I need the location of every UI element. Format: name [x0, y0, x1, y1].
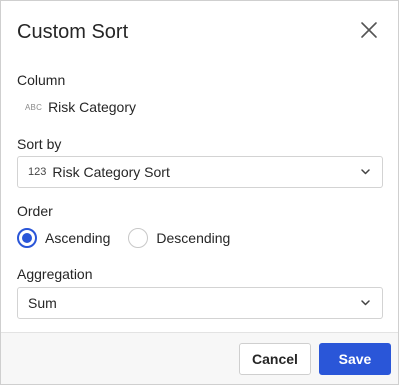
custom-sort-dialog: Custom Sort Column ABC Risk Category Sor… — [0, 0, 399, 385]
chevron-down-icon — [361, 169, 370, 175]
radio-label-ascending: Ascending — [45, 230, 111, 246]
dialog-header: Custom Sort — [1, 1, 398, 63]
aggregation-select[interactable]: Sum — [17, 287, 383, 319]
radio-label-descending: Descending — [156, 230, 231, 246]
text-type-icon: ABC — [25, 102, 43, 112]
order-radio-group: Ascending Descending — [17, 227, 238, 249]
sort-by-select[interactable]: 123 Risk Category Sort — [17, 156, 383, 188]
sort-by-label: Sort by — [17, 136, 62, 152]
order-label: Order — [17, 203, 53, 219]
order-option-ascending[interactable]: Ascending — [17, 228, 110, 248]
sort-by-value: Risk Category Sort — [52, 164, 170, 180]
order-option-descending[interactable]: Descending — [128, 228, 230, 248]
dialog-title: Custom Sort — [17, 21, 129, 43]
chevron-down-icon — [361, 300, 370, 306]
number-type-icon: 123 — [28, 166, 47, 178]
save-button[interactable]: Save — [319, 343, 391, 375]
radio-descending[interactable] — [128, 228, 149, 248]
close-button[interactable] — [360, 21, 378, 39]
aggregation-value: Sum — [28, 295, 57, 311]
radio-ascending[interactable] — [17, 228, 37, 248]
dialog-footer: Cancel Save — [1, 332, 398, 384]
column-value: ABC Risk Category — [25, 98, 136, 116]
column-label: Column — [17, 72, 66, 88]
column-name: Risk Category — [48, 99, 136, 115]
cancel-button[interactable]: Cancel — [239, 343, 311, 375]
close-icon — [361, 22, 377, 38]
aggregation-label: Aggregation — [17, 266, 93, 282]
